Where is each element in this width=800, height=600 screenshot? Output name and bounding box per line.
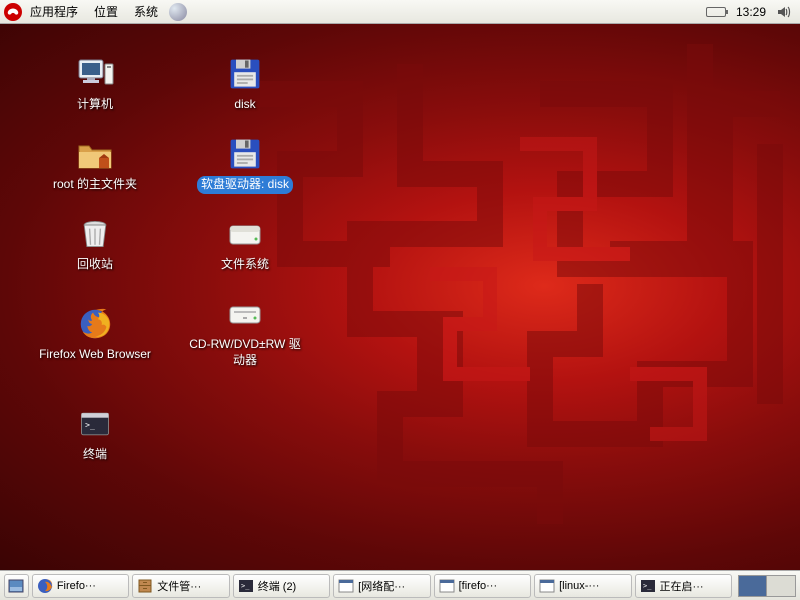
taskbar-item-filemanager[interactable]: 文件管··· xyxy=(132,574,229,598)
desktop-icon-trash[interactable]: 回收站 xyxy=(20,214,170,274)
desktop-icon-label: disk xyxy=(230,96,259,114)
desktop-icon-computer[interactable]: 计算机 xyxy=(20,54,170,114)
menu-applications[interactable]: 应用程序 xyxy=(22,1,86,22)
taskbar-item-label: [firefo··· xyxy=(459,580,498,592)
desktop-icon-firefox[interactable]: Firefox Web Browser xyxy=(20,304,170,364)
taskbar-item-label: [linux-··· xyxy=(559,580,599,592)
svg-text:>_: >_ xyxy=(241,582,250,590)
terminal-icon: >_ xyxy=(75,404,115,444)
clock[interactable]: 13:29 xyxy=(736,5,766,19)
desktop-icon-label: root 的主文件夹 xyxy=(49,176,141,194)
svg-text:>_: >_ xyxy=(85,420,95,430)
taskbar-item-linux[interactable]: [linux-··· xyxy=(534,574,631,598)
taskbar-item-label: 正在启··· xyxy=(660,578,704,594)
taskbar-item-firefox[interactable]: Firefo··· xyxy=(32,574,129,598)
firefox-icon xyxy=(37,578,53,594)
floppy-disk-icon xyxy=(225,134,265,174)
desktop-icon-label: 计算机 xyxy=(73,96,117,114)
taskbar-item-network[interactable]: [网络配··· xyxy=(333,574,430,598)
desktop-icon-label: 终端 xyxy=(79,446,111,464)
terminal-icon: >_ xyxy=(640,578,656,594)
floppy-disk-icon xyxy=(225,54,265,94)
home-folder-icon xyxy=(75,134,115,174)
window-icon xyxy=(439,578,455,594)
panel-launcher-icon[interactable] xyxy=(169,3,187,21)
show-desktop-button[interactable] xyxy=(4,574,29,598)
computer-icon xyxy=(75,54,115,94)
taskbar-item-label: 终端 (2) xyxy=(258,578,297,594)
desktop-icon-filesystem[interactable]: 文件系统 xyxy=(170,214,320,274)
menu-system[interactable]: 系统 xyxy=(126,1,166,22)
desktop-icon-disk[interactable]: disk xyxy=(170,54,320,114)
desktop-icon-label: CD-RW/DVD±RW 驱 动器 xyxy=(185,336,304,369)
desktop-icon-label: 软盘驱动器: disk xyxy=(197,176,293,194)
taskbar-item-label: Firefo··· xyxy=(57,580,96,592)
optical-drive-icon xyxy=(225,294,265,334)
taskbar-item-firefox2[interactable]: [firefo··· xyxy=(434,574,531,598)
workspace-switcher xyxy=(738,575,796,597)
workspace-2[interactable] xyxy=(767,576,795,596)
desktop-icon-dvd[interactable]: CD-RW/DVD±RW 驱 动器 xyxy=(170,294,320,369)
workspace-1[interactable] xyxy=(739,576,767,596)
taskbar-item-starting[interactable]: >_ 正在启··· xyxy=(635,574,732,598)
taskbar-item-label: [网络配··· xyxy=(358,578,405,594)
desktop[interactable]: 计算机 disk root 的主文件夹 软盘驱动器: disk 回收站 文件系统 xyxy=(0,24,800,570)
bottom-panel: Firefo··· 文件管··· >_ 终端 (2) [网络配··· [fire… xyxy=(0,570,800,600)
taskbar-item-label: 文件管··· xyxy=(157,578,201,594)
menu-places[interactable]: 位置 xyxy=(86,1,126,22)
terminal-icon: >_ xyxy=(238,578,254,594)
file-cabinet-icon xyxy=(137,578,153,594)
svg-text:>_: >_ xyxy=(643,582,652,590)
desktop-icon-floppy-drive[interactable]: 软盘驱动器: disk xyxy=(170,134,320,194)
window-icon xyxy=(338,578,354,594)
desktop-icon-terminal[interactable]: >_ 终端 xyxy=(20,404,170,464)
battery-icon[interactable] xyxy=(706,7,726,17)
desktop-icon-label: 文件系统 xyxy=(217,256,273,274)
firefox-icon xyxy=(75,304,115,344)
volume-icon[interactable] xyxy=(776,4,792,20)
desktop-icon-label: 回收站 xyxy=(73,256,117,274)
redhat-logo-icon[interactable] xyxy=(4,3,22,21)
taskbar-item-terminal[interactable]: >_ 终端 (2) xyxy=(233,574,330,598)
top-panel: 应用程序 位置 系统 13:29 xyxy=(0,0,800,24)
drive-icon xyxy=(225,214,265,254)
trash-icon xyxy=(75,214,115,254)
window-icon xyxy=(539,578,555,594)
desktop-icon-label: Firefox Web Browser xyxy=(35,346,155,364)
desktop-icon-home[interactable]: root 的主文件夹 xyxy=(20,134,170,194)
